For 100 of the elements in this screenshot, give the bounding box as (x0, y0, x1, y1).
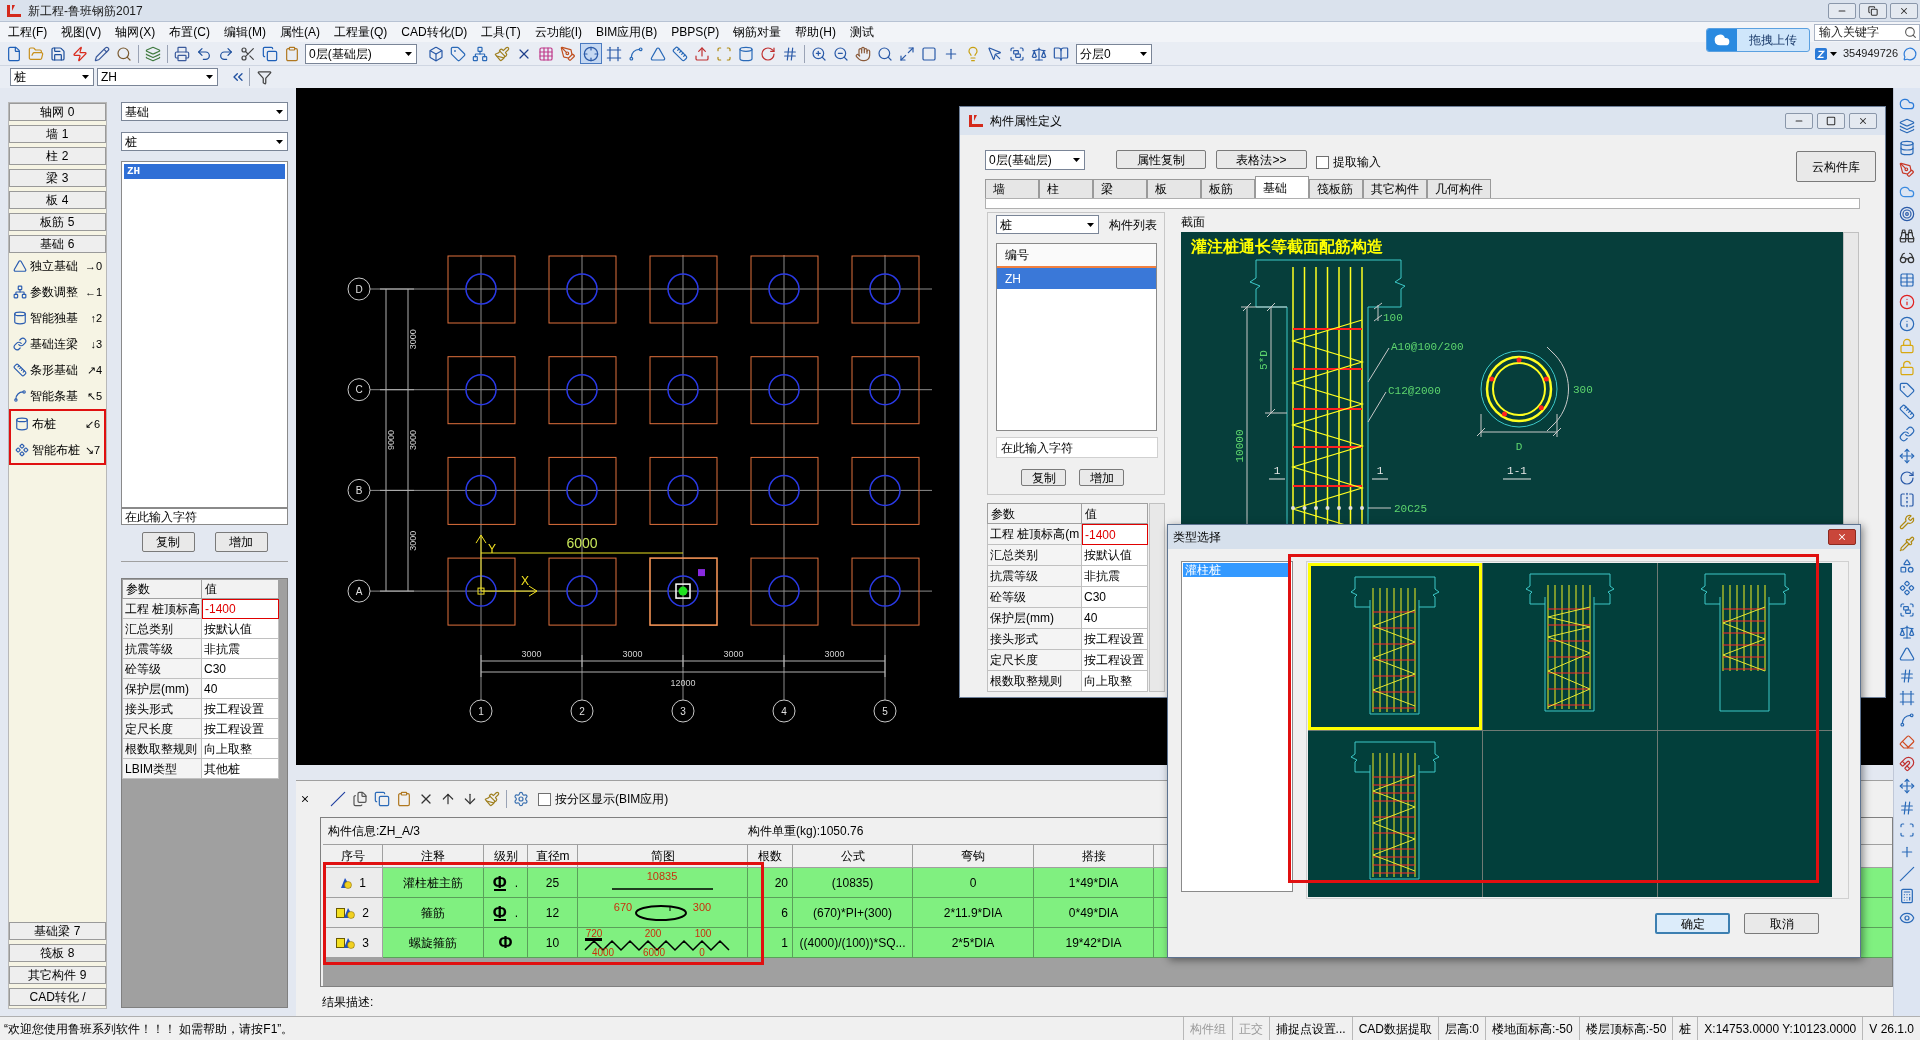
zoom-out-icon[interactable] (833, 45, 849, 62)
copy-icon[interactable] (262, 45, 278, 62)
pencil-icon[interactable] (94, 45, 110, 62)
pile-cap[interactable] (649, 557, 718, 626)
pile-cap[interactable] (851, 456, 920, 525)
folder-open-icon[interactable] (28, 45, 44, 62)
slash-icon[interactable] (330, 791, 346, 807)
category-button[interactable]: 其它构件 9 (9, 966, 106, 984)
spline-icon[interactable] (628, 45, 644, 62)
clipboard-icon[interactable] (396, 791, 412, 807)
menu-item[interactable]: 编辑(M) (224, 23, 266, 41)
property-value[interactable]: -1400 (202, 599, 279, 619)
close-button[interactable] (1828, 529, 1856, 545)
ruler-icon[interactable] (672, 45, 688, 62)
category-button[interactable]: 筏板 8 (9, 944, 106, 962)
nav-tool[interactable]: 条形基础 (13, 361, 78, 379)
category-button[interactable]: 板 4 (9, 191, 106, 209)
menu-item[interactable]: 工程(F) (8, 23, 48, 41)
close-button[interactable] (1890, 2, 1918, 19)
minimize-button[interactable] (1828, 2, 1856, 19)
upload-button[interactable]: 拖拽上传 (1706, 28, 1810, 52)
property-value[interactable]: 40 (1082, 608, 1148, 629)
restore-button[interactable] (1859, 2, 1887, 19)
info-icon[interactable] (1899, 294, 1915, 310)
search-icon[interactable] (1904, 25, 1917, 39)
redo-icon[interactable] (218, 45, 234, 62)
brush-icon[interactable] (494, 45, 510, 62)
shapes-icon[interactable] (1899, 558, 1915, 574)
button[interactable]: 增加 (1079, 469, 1124, 486)
undo-icon[interactable] (196, 45, 212, 62)
app-icon[interactable] (1814, 47, 1827, 60)
layer-select[interactable]: 分层0 (1076, 43, 1152, 64)
menu-item[interactable]: CAD转化(D) (401, 23, 468, 41)
box-icon[interactable] (428, 45, 444, 62)
category-button[interactable]: 柱 2 (9, 147, 106, 165)
filter-icon[interactable] (257, 69, 272, 85)
nav-tool[interactable]: 布桩 (15, 415, 56, 433)
nav-tool[interactable]: 独立基础 (13, 257, 78, 275)
tag-icon[interactable] (450, 45, 466, 62)
type-select[interactable]: 桩 (996, 215, 1099, 234)
group-icon[interactable] (1009, 45, 1025, 62)
move-icon[interactable] (1899, 448, 1915, 464)
hash-icon[interactable] (1899, 668, 1915, 684)
tab[interactable]: 板筋 (1201, 179, 1255, 198)
filter-field[interactable]: 在此输入字符 (121, 508, 288, 525)
cloud-icon[interactable] (1899, 96, 1915, 112)
group-icon[interactable] (1899, 602, 1915, 618)
menu-item[interactable]: 测试 (850, 23, 874, 41)
pile-cap[interactable] (447, 456, 516, 525)
chat-icon[interactable] (1903, 46, 1917, 61)
scan-icon[interactable] (1899, 822, 1915, 838)
cylinder-icon[interactable] (738, 45, 754, 62)
layers-icon[interactable] (1899, 118, 1915, 134)
tab[interactable]: 柱 (1039, 179, 1093, 198)
menu-item[interactable]: PBPS(P) (671, 23, 720, 41)
binoculars-icon[interactable] (1899, 228, 1915, 244)
search-icon[interactable] (877, 45, 893, 62)
menu-item[interactable]: 钢筋对量 (733, 23, 782, 41)
tab[interactable]: 墙 (985, 179, 1039, 198)
book-icon[interactable] (1053, 45, 1069, 62)
list-item[interactable]: ZH (124, 164, 285, 179)
zoom-in-icon[interactable] (811, 45, 827, 62)
scale-icon[interactable] (1899, 624, 1915, 640)
printer-icon[interactable] (174, 45, 190, 62)
category-button[interactable]: 梁 3 (9, 169, 106, 187)
button[interactable]: 增加 (214, 532, 268, 552)
pointer-icon[interactable] (987, 45, 1003, 62)
toggle-button[interactable] (580, 43, 602, 64)
files-icon[interactable] (352, 791, 368, 807)
property-value[interactable]: 向上取整 (202, 739, 279, 759)
button[interactable]: 复制 (141, 532, 195, 552)
tab[interactable]: 几何构件 (1427, 179, 1491, 198)
category-button[interactable]: 墙 1 (9, 125, 106, 143)
name-select[interactable]: ZH (97, 68, 218, 86)
property-value[interactable]: 非抗震 (202, 639, 279, 659)
upload-icon[interactable] (694, 45, 710, 62)
button[interactable]: 云构件库 (1796, 151, 1876, 182)
list-item[interactable]: ZH (997, 268, 1156, 289)
flip-icon[interactable] (1899, 492, 1915, 508)
pile-type-option[interactable] (1308, 563, 1482, 730)
property-value[interactable]: 按工程设置 (1082, 629, 1148, 650)
square-icon[interactable] (921, 45, 937, 62)
nav-tool[interactable]: 智能独基 (13, 309, 78, 327)
property-value[interactable]: 按默认值 (1082, 545, 1148, 566)
pile-cap[interactable] (548, 456, 617, 525)
frame-icon[interactable] (1899, 690, 1915, 706)
category-button[interactable]: 基础梁 7 (9, 922, 106, 940)
category-select[interactable]: 基础 (121, 102, 288, 121)
brush-icon[interactable] (484, 791, 500, 807)
checkbox[interactable] (538, 792, 551, 806)
rotate-icon[interactable] (760, 45, 776, 62)
target-icon[interactable] (1899, 206, 1915, 222)
pile-cap[interactable] (649, 456, 718, 525)
nav-tool[interactable]: 智能布桩 (15, 441, 80, 459)
tab[interactable]: 其它构件 (1363, 179, 1427, 198)
grid-icon[interactable] (538, 45, 554, 62)
database-icon[interactable] (1899, 140, 1915, 156)
scale-icon[interactable] (1031, 45, 1047, 62)
button[interactable]: 复制 (1021, 469, 1066, 486)
settings-icon[interactable] (513, 791, 529, 807)
